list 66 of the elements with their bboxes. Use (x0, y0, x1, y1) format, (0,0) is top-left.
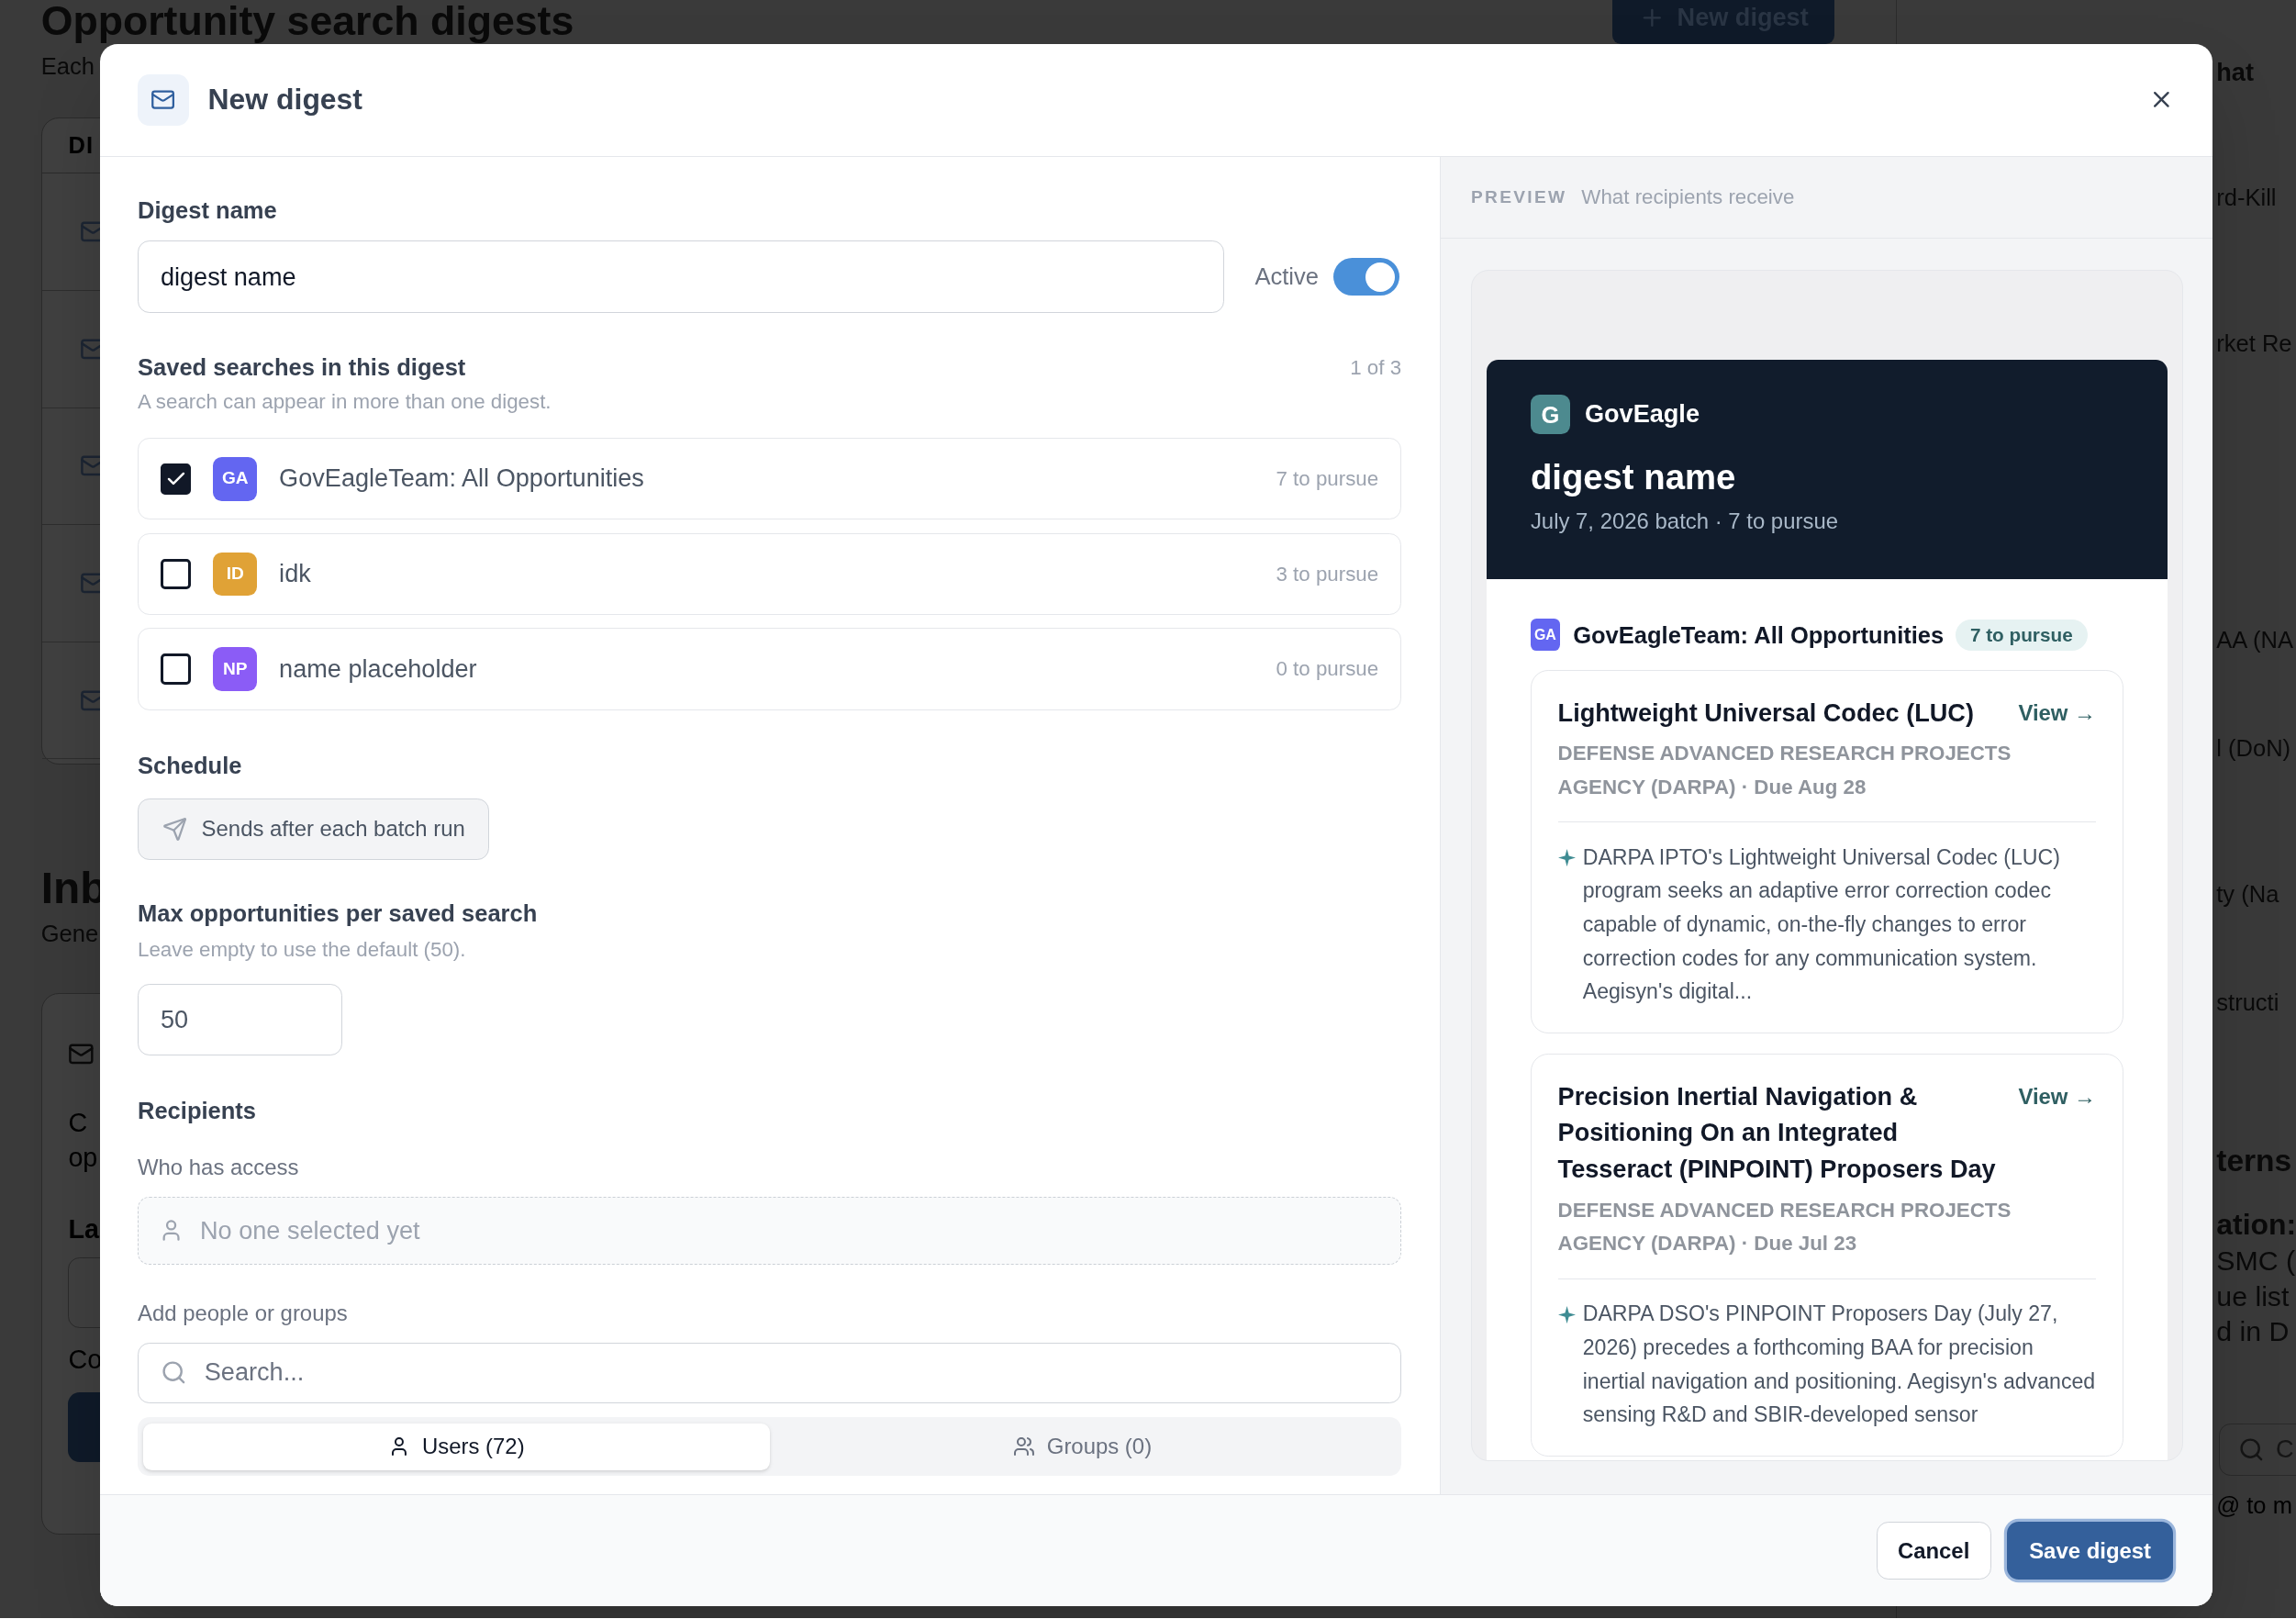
opportunity-summary: DARPA IPTO's Lightweight Universal Codec (LUC) program seeks an adaptive error correction codec capable of dynamic, on-the-fly changes to error correction codes for any communication system. Aegisyn's digital... (1582, 843, 2061, 1006)
field-label: Who has access (138, 1154, 300, 1182)
saved-search-row[interactable]: ID idk 3 to pursue (138, 532, 1402, 616)
view-link[interactable]: View → (2018, 1077, 2097, 1115)
column-header: DI (68, 131, 95, 161)
email-title: digest name (1530, 455, 1737, 498)
people-search-field[interactable]: Search... (138, 1343, 1402, 1403)
search-name: idk (279, 558, 311, 590)
field-note: Co (68, 1345, 103, 1375)
digest-name-input[interactable]: digest name (138, 240, 1224, 314)
save-button[interactable]: Save digest (2007, 1521, 2173, 1580)
search-avatar: NP (213, 647, 258, 692)
users-icon (1013, 1435, 1036, 1458)
field-label: Digest name (138, 196, 278, 226)
schedule-button[interactable]: Sends after each batch run (138, 798, 490, 860)
pursue-count: 0 to pursue (1276, 656, 1379, 683)
batch-info: July 7, 2026 batch · 7 to pursue (1530, 507, 1839, 535)
saved-search-row[interactable]: NP name placeholder 0 to pursue (138, 628, 1402, 710)
opportunity-summary: DARPA DSO's PINPOINT Proposers Day (July 27, 2026) precedes a forthcoming BAA for precision inertial navigation and positioning. Aegisyn's advanced sensing R&D and SBIR-developed sensor (1582, 1301, 2097, 1429)
section-hint: A search can appear in more than one digest. (138, 389, 552, 416)
section-label: Saved searches in this digest (138, 352, 466, 382)
preview-caption: What recipients receive (1581, 184, 1795, 211)
opportunity-title: Lightweight Universal Codec (LUC) (1557, 697, 1974, 729)
pursue-count: 3 to pursue (1276, 561, 1379, 587)
search-avatar: GA (1530, 619, 1560, 652)
saved-search-row[interactable]: GA GovEagleTeam: All Opportunities 7 to pursue (138, 438, 1402, 520)
brand-logo: G (1530, 395, 1570, 435)
search-avatar: GA (213, 456, 258, 501)
dialog-title: New digest (207, 81, 362, 117)
brand-name: GovEagle (1584, 398, 1700, 430)
search-name: GovEagleTeam: All Opportunities (279, 463, 644, 495)
active-toggle[interactable] (1332, 257, 1399, 296)
mail-icon (138, 73, 189, 126)
recipient-tab[interactable]: Groups (0) (769, 1423, 1396, 1470)
search-name: name placeholder (279, 653, 477, 685)
cancel-button[interactable]: Cancel (1876, 1521, 1991, 1580)
preview-tag: PREVIEW (1471, 184, 1567, 211)
card-text: C (68, 1107, 88, 1140)
max-input[interactable]: 50 (138, 984, 343, 1056)
search-name: GovEagleTeam: All Opportunities (1573, 620, 1945, 650)
agency-due: DEFENSE ADVANCED RESEARCH PROJECTS AGENCY (DARPA) · Due Jul 23 (1557, 1197, 2012, 1257)
selection-count: 1 of 3 (1350, 354, 1402, 381)
sparkle-icon (1557, 1305, 1576, 1323)
recipient-tab[interactable]: Users (72) (143, 1423, 770, 1470)
view-link[interactable]: View → (2018, 694, 2097, 731)
checkbox[interactable] (160, 558, 192, 590)
input-hint: @ to m (2216, 1491, 2292, 1521)
section-label: Schedule (138, 751, 243, 780)
active-label: Active (1254, 262, 1319, 292)
search-avatar: ID (213, 552, 258, 597)
pursue-count: 7 to pursue (1276, 466, 1379, 492)
section-label: Recipients (138, 1097, 258, 1126)
field-label: Add people or groups (138, 1299, 349, 1327)
empty-text: No one selected yet (200, 1214, 420, 1246)
section-label: Max opportunities per saved search (138, 899, 539, 929)
send-icon (162, 816, 187, 842)
search-placeholder: Search... (204, 1357, 305, 1389)
field-label: La (68, 1213, 99, 1246)
agency-due: DEFENSE ADVANCED RESEARCH PROJECTS AGENCY (DARPA) · Due Aug 28 (1557, 740, 2012, 800)
sparkle-icon (1557, 849, 1576, 867)
card-text: op (68, 1142, 98, 1175)
section-hint: Leave empty to use the default (50). (138, 936, 467, 963)
pursue-badge: 7 to pursue (1955, 619, 2088, 651)
checkbox[interactable] (160, 653, 192, 685)
checkbox[interactable] (160, 463, 192, 495)
opportunity-title: Precision Inertial Navigation & Positioning On an Integrated Tesseract (PINPOINT) Proposers Day (1557, 1080, 1997, 1186)
